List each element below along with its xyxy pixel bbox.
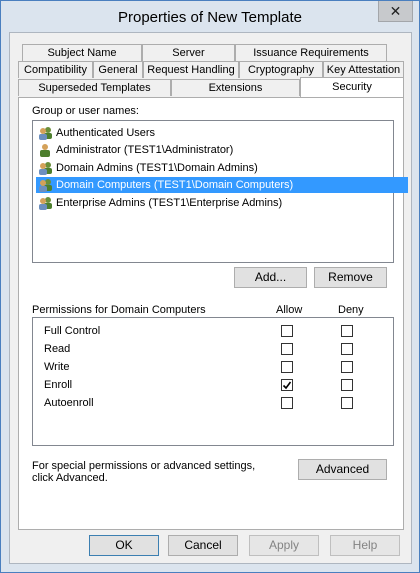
principal-name: Domain Admins (TEST1\Domain Admins): [56, 162, 258, 174]
deny-checkbox[interactable]: [341, 361, 353, 373]
permission-name: Autoenroll: [44, 397, 94, 409]
deny-column-header: Deny: [338, 304, 364, 316]
window-title: Properties of New Template: [118, 9, 302, 26]
allow-checkbox[interactable]: [281, 325, 293, 337]
list-item-domain-computers[interactable]: Domain Computers (TEST1\Domain Computers…: [36, 177, 408, 193]
user-icon: [40, 144, 50, 157]
close-icon: ✕: [389, 2, 402, 19]
title-bar[interactable]: Properties of New Template ✕: [1, 1, 419, 31]
list-item-administrator[interactable]: Administrator (TEST1\Administrator): [36, 142, 233, 158]
permission-name: Full Control: [44, 325, 101, 337]
group-users-icon: [39, 127, 52, 140]
group-names-label: Group or user names:: [32, 105, 139, 117]
allow-column-header: Allow: [276, 304, 303, 316]
tab-key-attestation[interactable]: Key Attestation: [323, 61, 404, 78]
permissions-list: Full Control Read Write Enroll Autoenrol…: [32, 317, 394, 446]
allow-checkbox[interactable]: [281, 397, 293, 409]
tab-request-handling[interactable]: Request Handling: [143, 61, 239, 78]
list-item-authenticated-users[interactable]: Authenticated Users: [36, 125, 155, 141]
list-item-enterprise-admins[interactable]: Enterprise Admins (TEST1\Enterprise Admi…: [36, 195, 282, 211]
allow-checkbox[interactable]: [281, 343, 293, 355]
tab-cryptography[interactable]: Cryptography: [239, 61, 323, 78]
tab-extensions[interactable]: Extensions: [171, 79, 300, 96]
tab-server[interactable]: Server: [142, 44, 235, 61]
remove-button[interactable]: Remove: [314, 267, 387, 288]
permission-row-read: Read: [33, 341, 393, 359]
group-users-icon: [39, 162, 52, 175]
permission-row-autoenroll: Autoenroll: [33, 395, 393, 413]
allow-checkbox[interactable]: [281, 379, 293, 391]
ok-button[interactable]: OK: [89, 535, 159, 556]
permissions-label: Permissions for Domain Computers: [32, 304, 206, 316]
deny-checkbox[interactable]: [341, 325, 353, 337]
principal-name: Administrator (TEST1\Administrator): [56, 144, 234, 156]
permission-name: Read: [44, 343, 71, 355]
principal-name: Domain Computers (TEST1\Domain Computers…: [56, 179, 294, 191]
group-users-icon: [39, 179, 52, 192]
close-button[interactable]: ✕: [378, 1, 413, 22]
tab-issuance-requirements[interactable]: Issuance Requirements: [235, 44, 387, 61]
tab-compatibility[interactable]: Compatibility: [18, 61, 93, 78]
tab-security[interactable]: Security: [300, 77, 404, 97]
list-item-domain-admins[interactable]: Domain Admins (TEST1\Domain Admins): [36, 160, 258, 176]
deny-checkbox[interactable]: [341, 343, 353, 355]
principal-name: Authenticated Users: [56, 127, 156, 139]
permission-name: Write: [44, 361, 70, 373]
deny-checkbox[interactable]: [341, 397, 353, 409]
dialog-window: Properties of New Template ✕ Subject Nam…: [0, 0, 420, 573]
principal-name: Enterprise Admins (TEST1\Enterprise Admi…: [56, 197, 283, 209]
permission-row-write: Write: [33, 359, 393, 377]
add-button[interactable]: Add...: [234, 267, 307, 288]
advanced-note: For special permissions or advanced sett…: [32, 460, 256, 484]
allow-checkbox[interactable]: [281, 361, 293, 373]
deny-checkbox[interactable]: [341, 379, 353, 391]
cancel-button[interactable]: Cancel: [168, 535, 238, 556]
advanced-button[interactable]: Advanced: [298, 459, 387, 480]
tab-subject-name[interactable]: Subject Name: [22, 44, 142, 61]
principals-listbox[interactable]: Authenticated Users Administrator (TEST1…: [32, 120, 408, 263]
permission-row-full-control: Full Control: [33, 323, 393, 341]
tab-superseded-templates[interactable]: Superseded Templates: [18, 79, 171, 96]
help-button: Help: [330, 535, 400, 556]
apply-button: Apply: [249, 535, 319, 556]
permission-row-enroll: Enroll: [33, 377, 393, 395]
checkmark-icon: [282, 381, 292, 390]
group-users-icon: [39, 197, 52, 210]
permission-name: Enroll: [44, 379, 73, 391]
tab-general[interactable]: General: [93, 61, 143, 78]
